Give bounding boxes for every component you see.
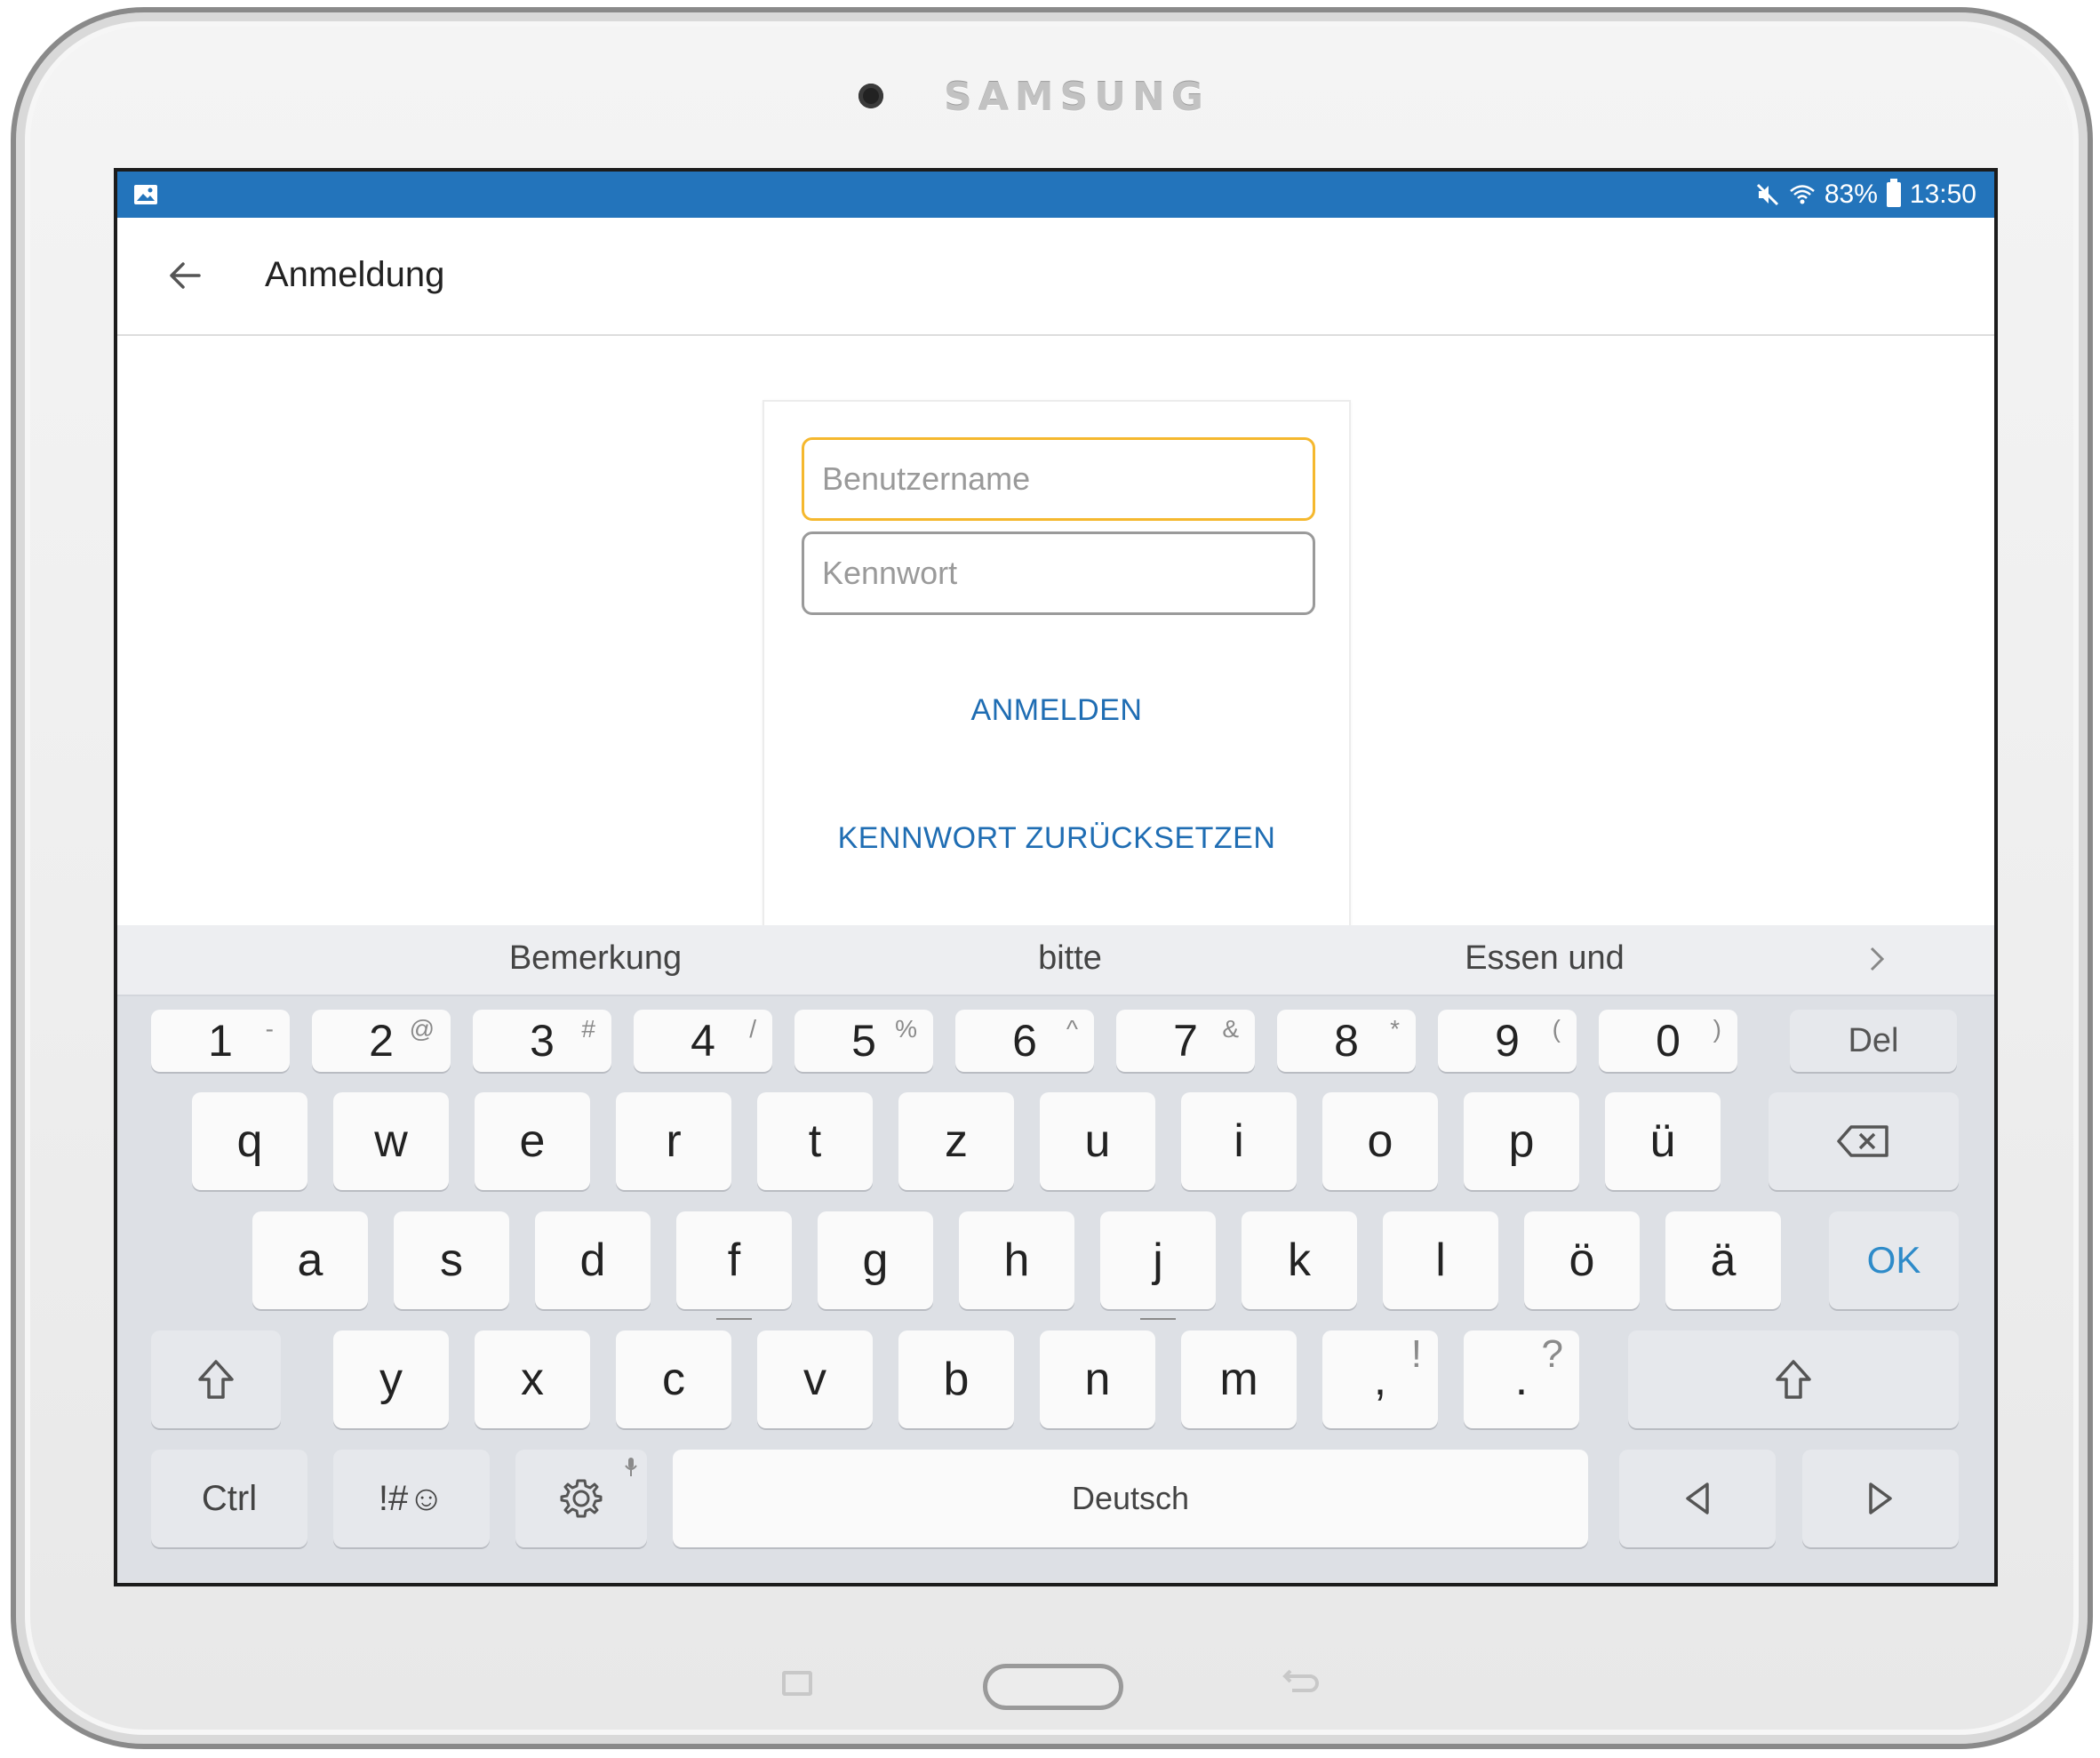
suggestion-1[interactable]: Bemerkung: [418, 939, 773, 978]
image-notification-icon: [134, 185, 157, 204]
triangle-left-icon: [1686, 1482, 1709, 1514]
key-c[interactable]: c: [616, 1330, 731, 1428]
backspace-key[interactable]: [1769, 1092, 1959, 1190]
cursor-left-key[interactable]: [1619, 1450, 1776, 1547]
status-bar: 83% 13:50: [117, 172, 1994, 218]
key-e[interactable]: e: [475, 1092, 590, 1190]
key-h[interactable]: h: [959, 1211, 1074, 1309]
suggestion-bar: Bemerkung bitte Essen und: [117, 925, 1994, 996]
settings-key[interactable]: [515, 1450, 647, 1547]
key-k[interactable]: k: [1242, 1211, 1357, 1309]
key-1[interactable]: 1-: [151, 1010, 290, 1072]
onscreen-keyboard: Bemerkung bitte Essen und 1- 2 @ 3 # 4/ 5%…: [117, 925, 1994, 1583]
status-time: 13:50: [1909, 180, 1976, 209]
back-hardware-key[interactable]: [1280, 1662, 1324, 1698]
battery-percentage: 83%: [1824, 180, 1878, 209]
key-j[interactable]: j: [1100, 1211, 1216, 1320]
reset-password-button[interactable]: KENNWORT ZURÜCKSETZEN: [764, 821, 1349, 856]
shift-icon: [198, 1360, 234, 1399]
app-bar: Anmeldung: [117, 218, 1994, 336]
key-8[interactable]: 8 *: [1277, 1010, 1416, 1072]
wifi-icon: [1790, 185, 1815, 204]
del-key[interactable]: Del: [1790, 1010, 1957, 1072]
key-period[interactable]: .?: [1464, 1330, 1579, 1428]
password-input[interactable]: [802, 531, 1315, 615]
back-arrow-hardware-icon: [1282, 1669, 1319, 1692]
ok-key[interactable]: OK: [1829, 1211, 1959, 1309]
key-q[interactable]: q: [192, 1092, 307, 1190]
cursor-right-key[interactable]: [1802, 1450, 1959, 1547]
key-d[interactable]: d: [535, 1211, 651, 1309]
key-4[interactable]: 4/: [634, 1010, 772, 1072]
back-arrow-icon[interactable]: [164, 253, 208, 298]
key-6[interactable]: 6 ^: [955, 1010, 1094, 1072]
space-key[interactable]: Deutsch: [673, 1450, 1588, 1547]
battery-icon: [1886, 179, 1901, 207]
brand-logo: SAMSUNG: [944, 75, 1210, 120]
key-l[interactable]: l: [1383, 1211, 1498, 1309]
key-9[interactable]: 9(: [1438, 1010, 1577, 1072]
recent-apps-hardware-key[interactable]: [782, 1671, 812, 1696]
key-z[interactable]: z: [898, 1092, 1014, 1190]
key-0[interactable]: 0): [1599, 1010, 1737, 1072]
key-3[interactable]: 3 #: [473, 1010, 611, 1072]
backspace-icon: [1837, 1125, 1888, 1157]
key-a[interactable]: a: [252, 1211, 368, 1309]
mute-icon: [1756, 183, 1778, 206]
key-5[interactable]: 5%: [794, 1010, 933, 1072]
status-bar-right: 83% 13:50: [1755, 172, 1976, 218]
key-v[interactable]: v: [757, 1330, 873, 1428]
triangle-right-icon: [1869, 1482, 1892, 1514]
shift-left-key[interactable]: [151, 1330, 281, 1428]
chevron-right-icon[interactable]: [1863, 941, 1889, 977]
key-oe[interactable]: ö: [1524, 1211, 1640, 1309]
home-row-marker: [716, 1318, 752, 1320]
shift-right-key[interactable]: [1628, 1330, 1959, 1428]
ctrl-key[interactable]: Ctrl: [151, 1450, 307, 1547]
suggestion-2[interactable]: bitte: [892, 939, 1248, 978]
key-t[interactable]: t: [757, 1092, 873, 1190]
key-ue[interactable]: ü: [1605, 1092, 1721, 1190]
microphone-icon: [625, 1458, 637, 1476]
suggestion-3[interactable]: Essen und: [1367, 939, 1722, 978]
gear-icon: [560, 1479, 603, 1518]
key-g[interactable]: g: [818, 1211, 933, 1309]
key-m[interactable]: m: [1181, 1330, 1297, 1428]
key-comma[interactable]: ,!: [1322, 1330, 1438, 1428]
home-row-marker: [1140, 1318, 1176, 1320]
key-ae[interactable]: ä: [1665, 1211, 1781, 1309]
key-2[interactable]: 2 @: [312, 1010, 451, 1072]
front-camera: [858, 84, 883, 108]
key-s[interactable]: s: [394, 1211, 509, 1309]
key-i[interactable]: i: [1181, 1092, 1297, 1190]
tablet-screen: 83% 13:50 Anmeldung ANMELDEN KENNWORT ZU…: [114, 168, 1998, 1586]
login-button[interactable]: ANMELDEN: [764, 693, 1349, 728]
key-n[interactable]: n: [1040, 1330, 1155, 1428]
page-title: Anmeldung: [265, 255, 445, 294]
username-input[interactable]: [802, 437, 1315, 521]
key-y[interactable]: y: [333, 1330, 449, 1428]
shift-icon: [1776, 1360, 1811, 1399]
home-hardware-button[interactable]: [983, 1664, 1123, 1710]
key-o[interactable]: o: [1322, 1092, 1438, 1190]
key-b[interactable]: b: [898, 1330, 1014, 1428]
symbols-emoji-key[interactable]: !#☺: [333, 1450, 490, 1547]
key-r[interactable]: r: [616, 1092, 731, 1190]
key-p[interactable]: p: [1464, 1092, 1579, 1190]
key-w[interactable]: w: [333, 1092, 449, 1190]
key-7[interactable]: 7 &: [1116, 1010, 1255, 1072]
key-x[interactable]: x: [475, 1330, 590, 1428]
key-f[interactable]: f: [676, 1211, 792, 1320]
key-u[interactable]: u: [1040, 1092, 1155, 1190]
